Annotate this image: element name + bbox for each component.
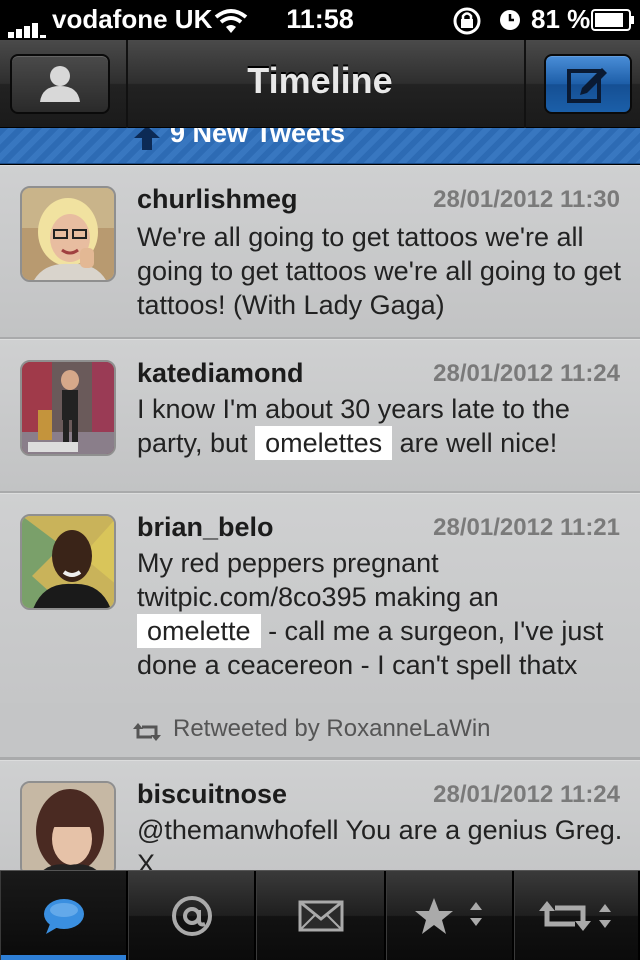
page-title: Timeline xyxy=(247,60,393,101)
tweet-timestamp: 28/01/2012 11:24 xyxy=(433,360,620,387)
tweet-text: I know I'm about 30 years late to the pa… xyxy=(137,392,627,460)
retweet-icon xyxy=(133,723,161,741)
battery-icon xyxy=(591,9,634,31)
tab-favorites[interactable] xyxy=(386,871,514,960)
arrow-up-icon xyxy=(134,128,160,150)
nav-divider xyxy=(524,40,526,128)
tweet-timestamp: 28/01/2012 11:21 xyxy=(433,514,620,541)
speech-bubble-icon xyxy=(43,899,84,934)
compose-button[interactable] xyxy=(544,54,632,114)
timeline-list[interactable]: churlishmeg 28/01/2012 11:30 We're all g… xyxy=(0,165,640,870)
tweet-text: We're all going to get tattoos we're all… xyxy=(137,222,621,320)
accounts-button[interactable] xyxy=(10,54,110,114)
navigation-bar: Timeline xyxy=(0,40,640,128)
rotation-lock-icon xyxy=(453,7,481,35)
star-icon xyxy=(414,898,482,934)
tab-timeline[interactable] xyxy=(0,871,128,960)
tweet-cell[interactable]: katediamond 28/01/2012 11:24 I know I'm … xyxy=(0,339,640,493)
tab-retweets[interactable] xyxy=(514,871,640,960)
battery-percentage: 81 % xyxy=(531,4,591,34)
search-highlight: omelettes xyxy=(255,426,393,460)
retweeted-by-bar[interactable]: Retweeted by RoxanneLaWin xyxy=(0,703,640,759)
avatar[interactable] xyxy=(20,514,116,610)
tweet-timestamp: 28/01/2012 11:24 xyxy=(433,781,620,808)
avatar[interactable] xyxy=(20,186,116,282)
new-tweets-label: 9 New Tweets xyxy=(170,128,346,148)
tweet-username[interactable]: katediamond xyxy=(137,358,304,389)
avatar[interactable] xyxy=(20,781,116,870)
tab-messages[interactable] xyxy=(256,871,386,960)
tab-bar xyxy=(0,870,640,960)
new-tweets-banner[interactable]: 9 New Tweets xyxy=(0,128,640,164)
tweet-timestamp: 28/01/2012 11:30 xyxy=(433,186,620,213)
tab-mentions[interactable] xyxy=(128,871,256,960)
tweet-username[interactable]: biscuitnose xyxy=(137,779,287,810)
retweet-icon xyxy=(538,901,611,931)
tweet-username[interactable]: brian_belo xyxy=(137,512,274,543)
at-sign-icon xyxy=(171,896,212,936)
tweet-text-part: are well nice! xyxy=(392,428,558,458)
search-highlight: omelette xyxy=(137,614,261,648)
retweeted-by-label: Retweeted by RoxanneLaWin xyxy=(173,715,491,742)
avatar[interactable] xyxy=(20,360,116,456)
nav-divider xyxy=(126,40,128,128)
tweet-username[interactable]: churlishmeg xyxy=(137,184,298,215)
compose-icon xyxy=(567,68,607,103)
tweet-text-part: My red peppers pregnant twitpic.com/8co3… xyxy=(137,548,499,612)
tweet-text: My red peppers pregnant twitpic.com/8co3… xyxy=(137,546,627,682)
tweet-cell[interactable]: brian_belo 28/01/2012 11:21 My red peppe… xyxy=(0,493,640,760)
tweet-text: @themanwhofell You are a genius Greg. X xyxy=(137,815,623,870)
status-bar: vodafone UK 11:58 81 % xyxy=(0,0,640,40)
person-icon xyxy=(40,66,80,102)
tweet-cell[interactable]: biscuitnose 28/01/2012 11:24 @themanwhof… xyxy=(0,760,640,870)
tweet-cell[interactable]: churlishmeg 28/01/2012 11:30 We're all g… xyxy=(0,165,640,339)
alarm-icon xyxy=(500,10,520,30)
envelope-icon xyxy=(298,900,343,932)
